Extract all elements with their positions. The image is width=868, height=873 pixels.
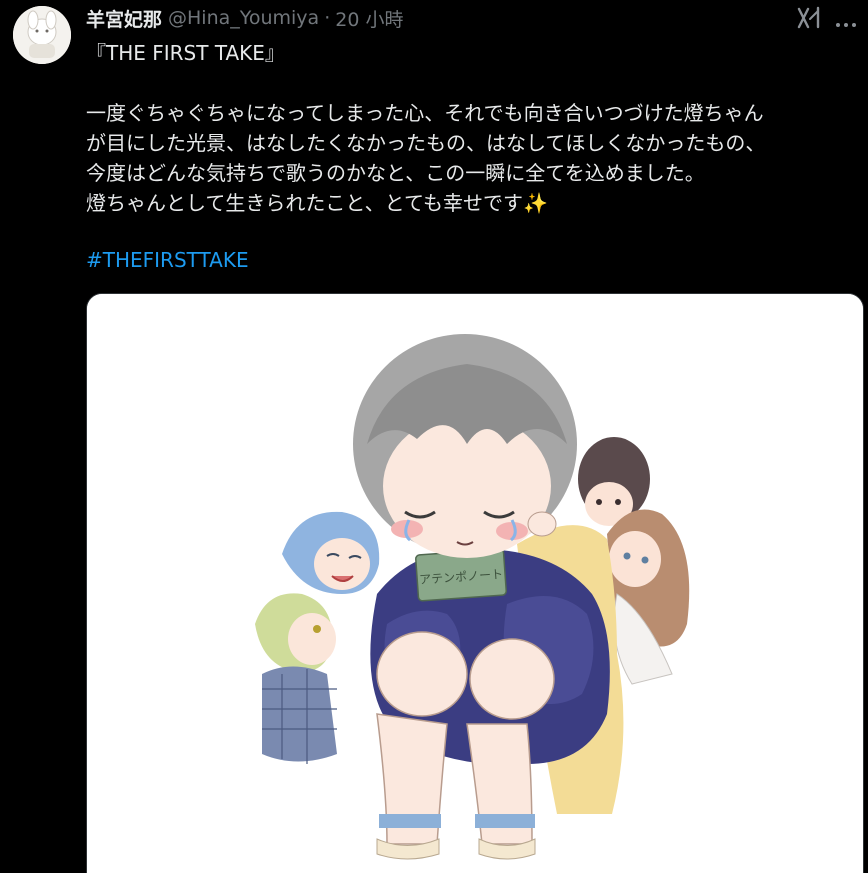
tweet-line: 今度はどんな気持ちで歌うのかなと、この一瞬に全てを込めました。 (86, 161, 705, 185)
tweet-line: 燈ちゃんとして生きられたこと、とても幸せです✨ (86, 191, 548, 215)
illustration: アテンポノート (87, 294, 863, 873)
hashtag-link[interactable]: #THEFIRSTTAKE (86, 245, 249, 275)
more-options-icon[interactable] (834, 14, 858, 27)
avatar[interactable] (13, 6, 71, 64)
separator-dot: · (324, 7, 331, 29)
avatar-illustration (13, 6, 71, 64)
grok-icon[interactable] (796, 6, 822, 30)
display-name[interactable]: 羊宮妃那 (86, 5, 162, 32)
tweet-line: 一度ぐちゃぐちゃになってしまった心、それでも向き合いつづけた燈ちゃん (86, 101, 764, 125)
tweet-line: 『THE FIRST TAKE』 (86, 41, 285, 65)
user-handle[interactable]: @Hina_Youmiya (168, 7, 319, 29)
tweet-text: 『THE FIRST TAKE』 一度ぐちゃぐちゃになってしまった心、それでも向… (86, 38, 856, 218)
tweet-image[interactable]: アテンポノート (86, 293, 864, 873)
timestamp[interactable]: 20 小時 (335, 5, 403, 32)
tweet-header: 羊宮妃那 @Hina_Youmiya · 20 小時 (86, 5, 403, 31)
tweet-line: が目にした光景、はなしたくなかったもの、はなしてほしくなかったもの、 (86, 131, 766, 155)
